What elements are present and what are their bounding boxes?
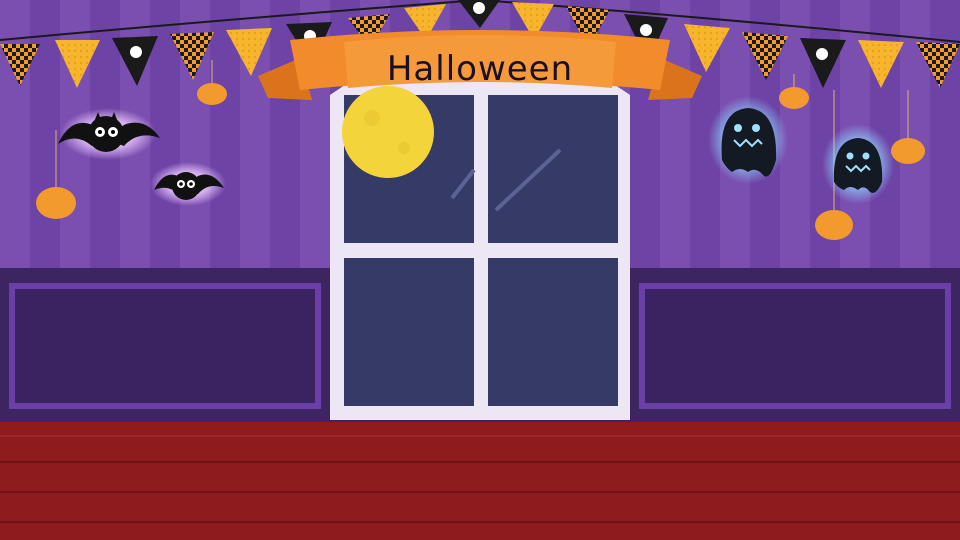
wainscot-panel-left	[9, 283, 321, 409]
wainscot-panel-right	[639, 283, 951, 409]
pumpkin-icon	[36, 187, 76, 219]
arched-window	[330, 42, 630, 420]
halloween-scene: Halloween	[0, 0, 960, 540]
pumpkin-icon	[779, 87, 809, 109]
scene-canvas: Halloween	[0, 0, 960, 540]
bat-icon	[150, 162, 226, 206]
pumpkin-icon	[197, 83, 227, 105]
moon-icon	[342, 86, 434, 178]
pumpkin-icon	[891, 138, 925, 164]
banner-title: Halloween	[387, 49, 573, 89]
ghost-icon	[822, 124, 894, 204]
pumpkin-icon	[815, 210, 853, 240]
wooden-floor	[0, 422, 960, 540]
ghost-icon	[708, 96, 788, 184]
